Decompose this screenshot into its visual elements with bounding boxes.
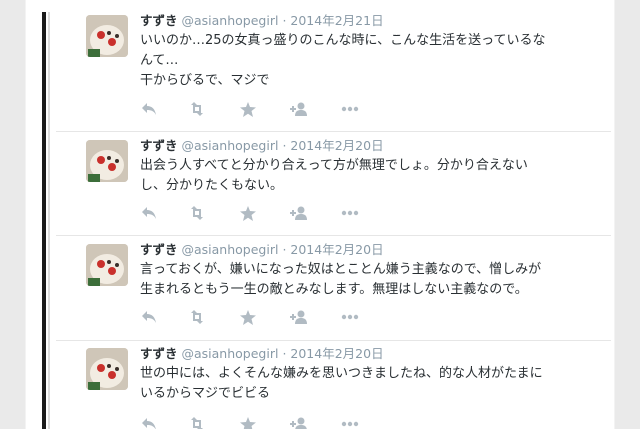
user-name[interactable]: すずき xyxy=(140,346,178,361)
tweet-date[interactable]: 2014年2月20日 xyxy=(290,346,383,361)
tweet[interactable]: すずき @asianhopegirl · 2014年2月20日 世の中には、よく… xyxy=(56,346,612,429)
tweet-divider xyxy=(56,340,611,341)
avatar[interactable] xyxy=(86,244,128,286)
reply-icon[interactable] xyxy=(140,309,158,325)
avatar[interactable] xyxy=(86,140,128,182)
tweet[interactable]: すずき @asianhopegirl · 2014年2月20日 出会う人すべてと… xyxy=(56,138,612,236)
user-name[interactable]: すずき xyxy=(140,138,178,153)
tweet[interactable]: すずき @asianhopegirl · 2014年2月20日 言っておくが、嫌… xyxy=(56,242,612,341)
tweet-actions xyxy=(140,205,380,221)
user-handle[interactable]: @asianhopegirl xyxy=(182,138,279,153)
follow-icon[interactable] xyxy=(290,101,308,117)
retweet-icon[interactable] xyxy=(188,416,206,429)
retweet-icon[interactable] xyxy=(188,309,206,325)
tweet-date[interactable]: 2014年2月20日 xyxy=(290,242,383,257)
more-icon[interactable] xyxy=(341,101,359,117)
tweet-divider xyxy=(56,131,611,132)
tweet-header: すずき @asianhopegirl · 2014年2月20日 xyxy=(140,346,384,362)
favorite-icon[interactable] xyxy=(239,101,257,117)
quote-bar xyxy=(42,12,46,429)
avatar-image xyxy=(86,348,128,390)
tweet-divider xyxy=(56,235,611,236)
tweet-text-line: いいのか…25の女真っ盛りのこんな時に、こんな生活を送っているな xyxy=(140,33,546,48)
tweet-timeline: すずき @asianhopegirl · 2014年2月21日 いいのか…25の… xyxy=(26,0,614,429)
avatar-image xyxy=(86,15,128,57)
header-separator: · xyxy=(282,138,287,153)
favorite-icon[interactable] xyxy=(239,416,257,429)
header-separator: · xyxy=(282,242,287,257)
header-separator: · xyxy=(282,346,287,361)
retweet-icon[interactable] xyxy=(188,101,206,117)
more-icon[interactable] xyxy=(341,416,359,429)
user-name[interactable]: すずき xyxy=(140,242,178,257)
tweet-text-line: 出会う人すべてと分かり合えって方が無理でしょ。分かり合えない xyxy=(140,158,528,173)
tweet-text-line: 生まれるともう一生の敵とみなします。無理はしない主義なので。 xyxy=(140,282,528,297)
reply-icon[interactable] xyxy=(140,101,158,117)
tweet-actions xyxy=(140,416,380,429)
tweet-text-line: し、分かりたくもない。 xyxy=(140,178,284,193)
user-name[interactable]: すずき xyxy=(140,13,178,28)
tweet[interactable]: すずき @asianhopegirl · 2014年2月21日 いいのか…25の… xyxy=(56,13,612,132)
tweet-text-line: んて… xyxy=(140,53,179,68)
timeline-border xyxy=(48,12,50,429)
tweet-text-line: 世の中には、よくそんな嫌みを思いつきましたね、的な人材がたまに xyxy=(140,366,543,381)
more-icon[interactable] xyxy=(341,309,359,325)
reply-icon[interactable] xyxy=(140,205,158,221)
reply-icon[interactable] xyxy=(140,416,158,429)
page-margin-left xyxy=(0,0,25,429)
tweet-date[interactable]: 2014年2月21日 xyxy=(290,13,383,28)
follow-icon[interactable] xyxy=(290,309,308,325)
tweet-text: いいのか…25の女真っ盛りのこんな時に、こんな生活を送っているな んて… 干から… xyxy=(140,31,614,91)
tweet-actions xyxy=(140,101,380,117)
tweet-text-line: 言っておくが、嫌いになった奴はとことん嫌う主義なので、憎しみが xyxy=(140,262,542,277)
user-handle[interactable]: @asianhopegirl xyxy=(182,242,279,257)
avatar[interactable] xyxy=(86,348,128,390)
favorite-icon[interactable] xyxy=(239,205,257,221)
tweet-actions xyxy=(140,309,380,325)
tweet-text: 言っておくが、嫌いになった奴はとことん嫌う主義なので、憎しみが 生まれるともう一… xyxy=(140,260,614,300)
user-handle[interactable]: @asianhopegirl xyxy=(182,346,279,361)
tweet-text: 世の中には、よくそんな嫌みを思いつきましたね、的な人材がたまに いるからマジでビ… xyxy=(140,364,614,404)
tweet-date[interactable]: 2014年2月20日 xyxy=(290,138,383,153)
tweet-header: すずき @asianhopegirl · 2014年2月20日 xyxy=(140,138,384,154)
favorite-icon[interactable] xyxy=(239,309,257,325)
tweet-text: 出会う人すべてと分かり合えって方が無理でしょ。分かり合えない し、分かりたくもな… xyxy=(140,156,614,196)
header-separator: · xyxy=(282,13,287,28)
avatar-image xyxy=(86,140,128,182)
user-handle[interactable]: @asianhopegirl xyxy=(182,13,279,28)
retweet-icon[interactable] xyxy=(188,205,206,221)
avatar-image xyxy=(86,244,128,286)
tweet-header: すずき @asianhopegirl · 2014年2月21日 xyxy=(140,13,384,29)
more-icon[interactable] xyxy=(341,205,359,221)
follow-icon[interactable] xyxy=(290,416,308,429)
tweet-text-line: いるからマジでビビる xyxy=(140,386,271,401)
page-margin-right xyxy=(615,0,640,429)
tweet-header: すずき @asianhopegirl · 2014年2月20日 xyxy=(140,242,384,258)
follow-icon[interactable] xyxy=(290,205,308,221)
tweet-text-line: 干からびるで、マジで xyxy=(140,73,270,88)
avatar[interactable] xyxy=(86,15,128,57)
